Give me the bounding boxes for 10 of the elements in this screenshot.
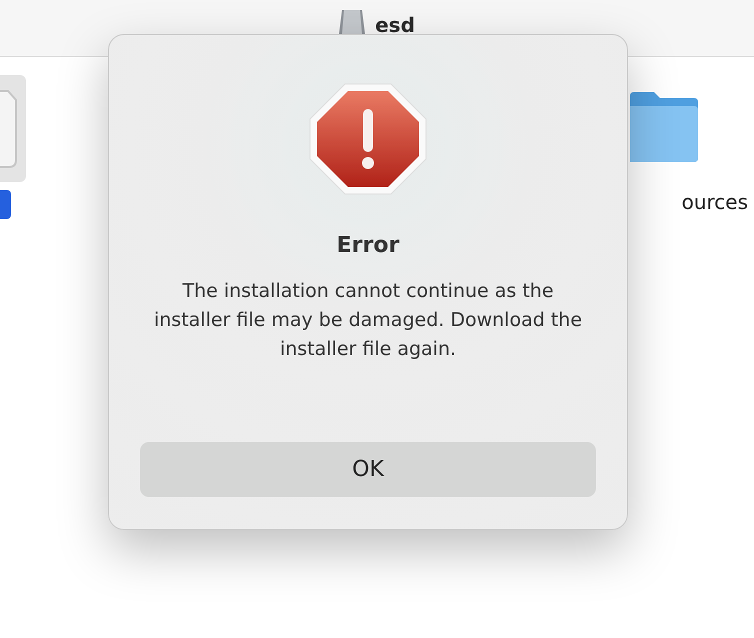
file-tile[interactable] <box>0 75 26 182</box>
stop-sign-icon <box>309 83 427 195</box>
alert-title: Error <box>336 233 400 258</box>
folder-label: ources <box>682 190 748 214</box>
ok-button[interactable]: OK <box>140 442 596 497</box>
alert-message: The installation cannot continue as the installer file may be damaged. Download the installer file again. <box>152 279 584 362</box>
folder-icon[interactable] <box>630 92 698 162</box>
window-title: esd <box>375 13 415 37</box>
selected-label <box>0 190 11 219</box>
file-icon <box>0 90 18 168</box>
